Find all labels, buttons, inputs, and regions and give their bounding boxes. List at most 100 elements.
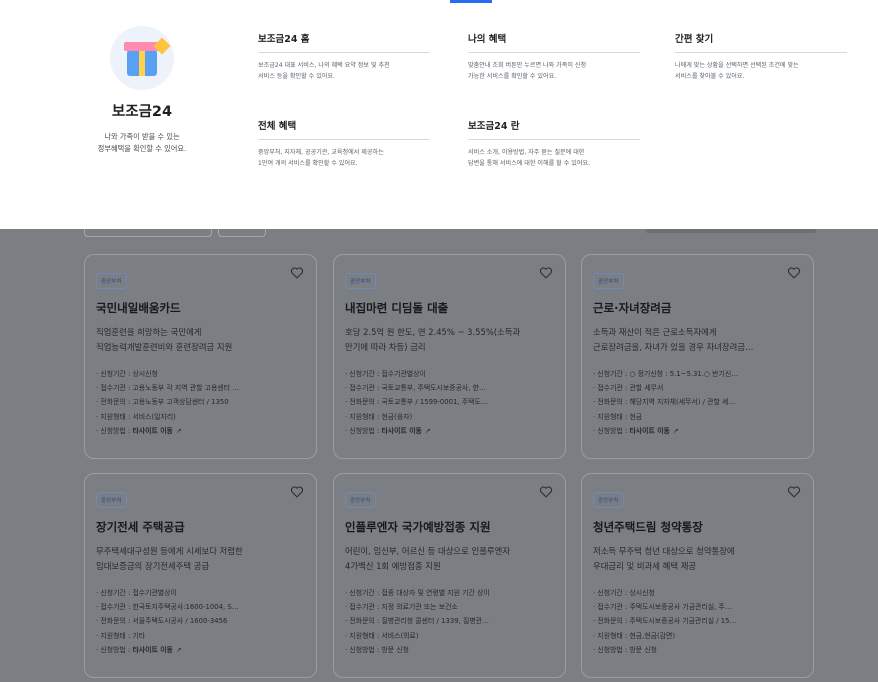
category-badge: 중앙부처	[345, 492, 376, 508]
info-agency: 접수기관 : 고용노동부 각 지역 관할 고용센터 …	[96, 381, 305, 395]
sort-options	[646, 229, 816, 233]
card-title[interactable]: 국민내일배움카드	[96, 300, 305, 316]
external-link-icon: ↗	[672, 426, 679, 435]
external-link-icon: ↗	[175, 426, 182, 435]
card-info-list: 신청기간 : 접수기관별상이 접수기관 : 한국토지주택공사:1600-1004…	[96, 586, 305, 657]
card-description: 호당 2.5억 원 한도, 연 2.45% ~ 3.55%(소득과 만기에 따라 …	[345, 327, 521, 352]
apply-link[interactable]: 타사이트 이동	[132, 427, 172, 435]
info-type: 지원형태 : 현금,현금(감면)	[593, 629, 802, 643]
card-description: 무주택세대구성원 등에게 시세보다 저렴한 임대보증금의 장기전세주택 공급	[96, 546, 243, 571]
card-info-list: 신청기간 : ○ 정기신청 : 5.1~5.31.○ 반기신… 접수기관 : 관…	[593, 367, 802, 438]
info-phone: 전화문의 : 질병관리청 콜센터 / 1339, 질병관…	[345, 614, 554, 628]
info-method: 신청방법 : 타사이트 이동↗	[96, 424, 305, 438]
info-type: 지원형태 : 현금	[593, 410, 802, 424]
benefit-card[interactable]: 중앙부처 청년주택드림 청약통장 저소득 무주택 청년 대상으로 청약통장에 우대…	[581, 473, 814, 678]
heart-icon[interactable]	[290, 267, 304, 279]
card-description: 직업훈련을 희망하는 국민에게 직업능력개발훈련비와 훈련장려금 지원	[96, 327, 233, 352]
heart-icon[interactable]	[787, 486, 801, 498]
card-title[interactable]: 인플루엔자 국가예방접종 지원	[345, 519, 554, 535]
heart-icon[interactable]	[539, 486, 553, 498]
info-phone: 전화문의 : 고용노동부 고객상담센터 / 1350	[96, 395, 305, 409]
apply-link[interactable]: 타사이트 이동	[629, 427, 669, 435]
category-badge: 중앙부처	[593, 273, 624, 289]
category-badge: 중앙부처	[96, 492, 127, 508]
info-period: 신청기간 : 상시신청	[96, 367, 305, 381]
apply-method-value: 방문 신청	[381, 645, 410, 654]
card-info-list: 신청기간 : 접종 대상자 및 연령별 지원 기간 상이 접수기관 : 지정 의…	[345, 586, 554, 657]
info-agency: 접수기관 : 관할 세무서	[593, 381, 802, 395]
gift-icon	[110, 26, 174, 90]
info-method: 신청방법 : 타사이트 이동↗	[96, 643, 305, 657]
info-agency: 접수기관 : 한국토지주택공사:1600-1004, S…	[96, 600, 305, 614]
category-badge: 중앙부처	[96, 273, 127, 289]
card-description: 어린이, 임신부, 어르신 등 대상으로 인플루엔자 4가백신 1회 예방접종 지…	[345, 546, 511, 571]
menu-title: 보조금24 홈	[258, 31, 430, 53]
brand-name: 보조금24	[111, 104, 173, 120]
info-phone: 전화문의 : 국토교통부 / 1599-0001, 주택도…	[345, 395, 554, 409]
info-phone: 전화문의 : 주택도시보증공사 기금관리실 / 15…	[593, 614, 802, 628]
benefit-card[interactable]: 중앙부처 인플루엔자 국가예방접종 지원 어린이, 임신부, 어르신 등 대상으…	[333, 473, 566, 678]
info-period: 신청기간 : 상시신청	[593, 586, 802, 600]
card-description: 저소득 무주택 청년 대상으로 청약통장에 우대금리 및 비과세 혜택 제공	[593, 546, 735, 571]
dimmed-page-overlay[interactable]: 중앙부처 국민내일배움카드 직업훈련을 희망하는 국민에게 직업능력개발훈련비와 …	[0, 229, 878, 682]
info-phone: 전화문의 : 해당지역 지자체(세무서) / 관할 세…	[593, 395, 802, 409]
menu-item-home[interactable]: 보조금24 홈 보조금24 대표 서비스, 나의 혜택 요약 정보 및 추천 서비…	[258, 31, 430, 82]
card-info-list: 신청기간 : 상시신청 접수기관 : 고용노동부 각 지역 관할 고용센터 … …	[96, 367, 305, 438]
menu-description: 나에게 맞는 상황을 선택하면 선택된 조건에 맞는 서비스를 찾아볼 수 있어요…	[675, 62, 799, 80]
menu-title: 보조금24 란	[468, 118, 640, 140]
info-method: 신청방법 : 방문 신청	[593, 643, 802, 657]
apply-method-value: 방문 신청	[629, 645, 658, 654]
info-agency: 접수기관 : 주택도시보증공사 기금관리실, 주…	[593, 600, 802, 614]
heart-icon[interactable]	[539, 267, 553, 279]
info-type: 지원형태 : 서비스(의료)	[345, 629, 554, 643]
menu-title: 간편 찾기	[675, 31, 847, 53]
menu-item-easy-search[interactable]: 간편 찾기 나에게 맞는 상황을 선택하면 선택된 조건에 맞는 서비스를 찾아볼…	[675, 31, 847, 82]
brand-block: 보조금24 나와 가족이 받을 수 있는 정부혜택을 확인할 수 있어요.	[62, 26, 222, 155]
apply-link[interactable]: 타사이트 이동	[381, 427, 421, 435]
info-type: 지원형태 : 기타	[96, 629, 305, 643]
search-button[interactable]	[218, 229, 266, 237]
info-phone: 전화문의 : 서울주택도시공사 / 1600-3456	[96, 614, 305, 628]
card-description: 소득과 재산이 적은 근로소득자에게 근로장려금을, 자녀가 있을 경우 자녀장려…	[593, 327, 754, 352]
external-link-icon: ↗	[175, 645, 182, 654]
info-method: 신청방법 : 타사이트 이동↗	[345, 424, 554, 438]
card-title[interactable]: 근로·자녀장려금	[593, 300, 802, 316]
menu-item-all-benefits[interactable]: 전체 혜택 중앙부처, 지자체, 공공기관, 교육청에서 제공하는 1만여 개의 …	[258, 118, 430, 169]
menu-item-about[interactable]: 보조금24 란 서비스 소개, 이용방법, 자주 묻는 질문에 대한 답변을 통해…	[468, 118, 640, 169]
info-period: 신청기간 : 접수기관별상이	[345, 367, 554, 381]
info-method: 신청방법 : 타사이트 이동↗	[593, 424, 802, 438]
info-agency: 접수기관 : 국토교통부, 주택도시보증공사, 한…	[345, 381, 554, 395]
heart-icon[interactable]	[787, 267, 801, 279]
search-input[interactable]	[84, 229, 212, 237]
apply-link[interactable]: 타사이트 이동	[132, 646, 172, 654]
info-period: 신청기간 : 접수기관별상이	[96, 586, 305, 600]
mega-menu-panel: 보조금24 나와 가족이 받을 수 있는 정부혜택을 확인할 수 있어요. 보조…	[0, 0, 878, 229]
menu-item-my-benefits[interactable]: 나의 혜택 맞춤안내 조회 버튼만 누르면 나와 가족이 신청 가능한 서비스를 …	[468, 31, 640, 82]
category-badge: 중앙부처	[593, 492, 624, 508]
benefit-card[interactable]: 중앙부처 장기전세 주택공급 무주택세대구성원 등에게 시세보다 저렴한 임대보증…	[84, 473, 317, 678]
card-info-list: 신청기간 : 상시신청 접수기관 : 주택도시보증공사 기금관리실, 주… 전화…	[593, 586, 802, 657]
info-agency: 접수기관 : 지정 의료기관 또는 보건소	[345, 600, 554, 614]
info-type: 지원형태 : 현금(융자)	[345, 410, 554, 424]
info-period: 신청기간 : 접종 대상자 및 연령별 지원 기간 상이	[345, 586, 554, 600]
menu-description: 중앙부처, 지자체, 공공기관, 교육청에서 제공하는 1만여 개의 서비스를 확…	[258, 149, 384, 167]
benefit-card[interactable]: 중앙부처 내집마련 디딤돌 대출 호당 2.5억 원 한도, 연 2.45% ~…	[333, 254, 566, 459]
menu-description: 보조금24 대표 서비스, 나의 혜택 요약 정보 및 추천 서비스 등을 확인할…	[258, 62, 390, 80]
info-period: 신청기간 : ○ 정기신청 : 5.1~5.31.○ 반기신…	[593, 367, 802, 381]
brand-description: 나와 가족이 받을 수 있는 정부혜택을 확인할 수 있어요.	[97, 132, 187, 153]
heart-icon[interactable]	[290, 486, 304, 498]
benefit-card[interactable]: 중앙부처 국민내일배움카드 직업훈련을 희망하는 국민에게 직업능력개발훈련비와 …	[84, 254, 317, 459]
active-menu-indicator	[450, 0, 492, 3]
category-badge: 중앙부처	[345, 273, 376, 289]
menu-title: 전체 혜택	[258, 118, 430, 140]
menu-description: 맞춤안내 조회 버튼만 누르면 나와 가족이 신청 가능한 서비스를 확인할 수 …	[468, 62, 587, 80]
menu-title: 나의 혜택	[468, 31, 640, 53]
info-type: 지원형태 : 서비스(일자리)	[96, 410, 305, 424]
card-title[interactable]: 내집마련 디딤돌 대출	[345, 300, 554, 316]
card-title[interactable]: 장기전세 주택공급	[96, 519, 305, 535]
card-title[interactable]: 청년주택드림 청약통장	[593, 519, 802, 535]
card-info-list: 신청기간 : 접수기관별상이 접수기관 : 국토교통부, 주택도시보증공사, 한…	[345, 367, 554, 438]
benefit-card[interactable]: 중앙부처 근로·자녀장려금 소득과 재산이 적은 근로소득자에게 근로장려금을, …	[581, 254, 814, 459]
info-method: 신청방법 : 방문 신청	[345, 643, 554, 657]
external-link-icon: ↗	[424, 426, 431, 435]
